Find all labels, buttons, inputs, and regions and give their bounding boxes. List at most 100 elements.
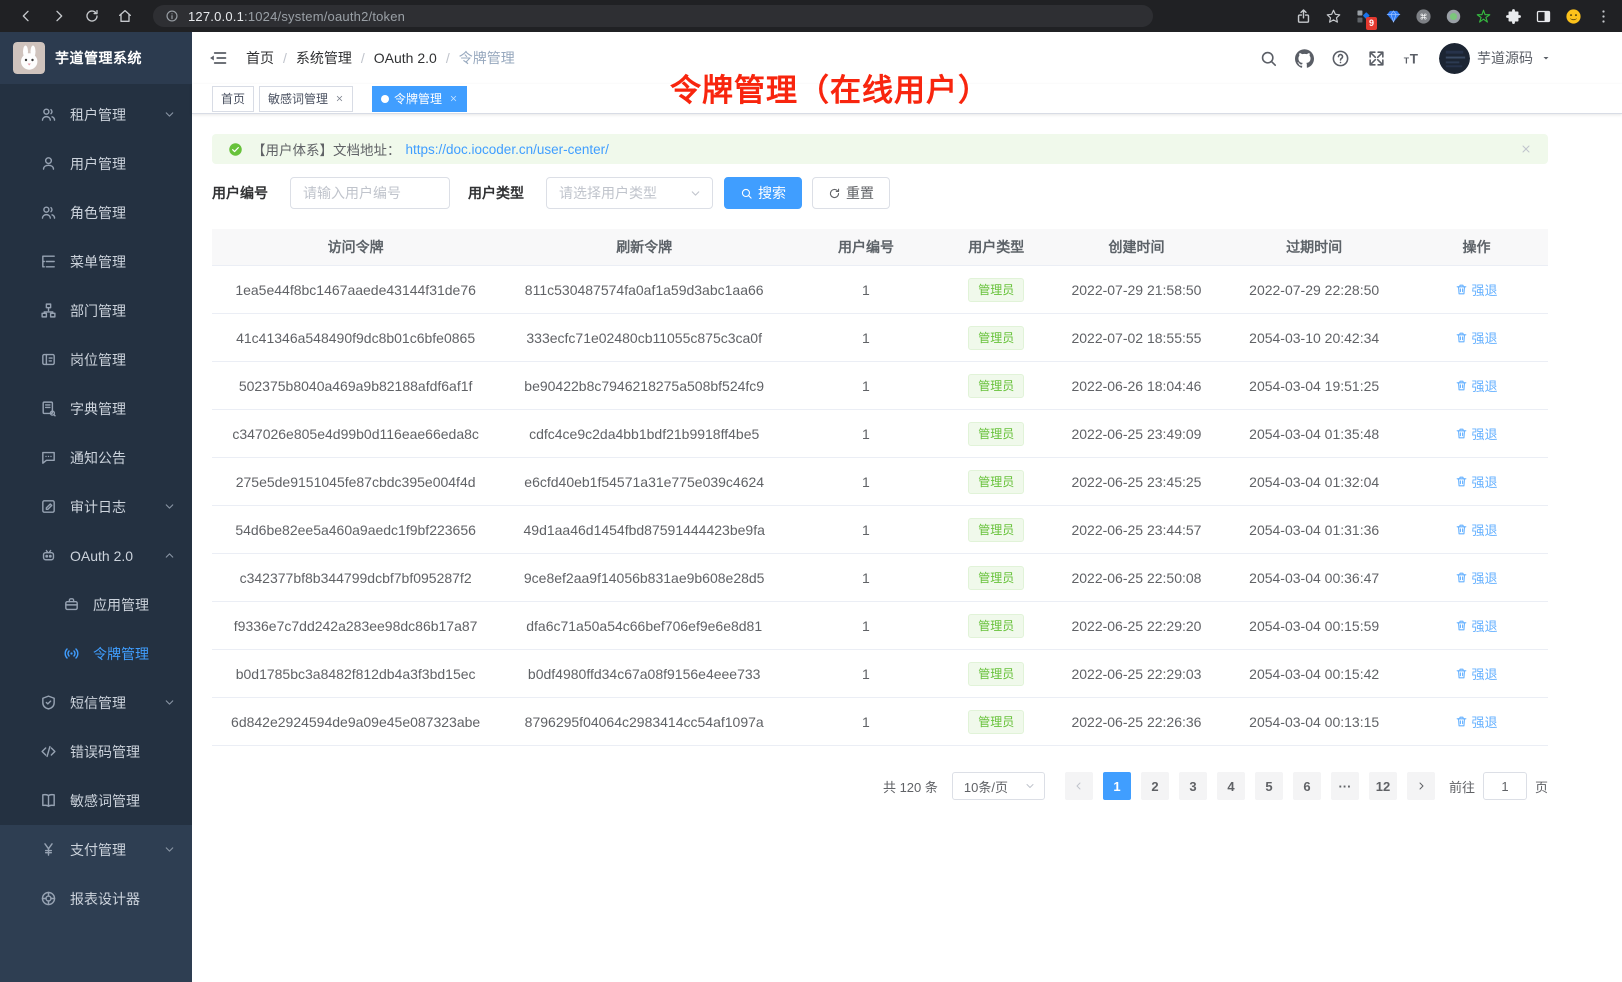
sidebar-item-2[interactable]: 角色管理: [0, 188, 192, 237]
emoji-icon[interactable]: [1565, 8, 1582, 25]
force-logout-button[interactable]: 强退: [1455, 664, 1497, 683]
prev-page-button[interactable]: [1065, 772, 1093, 800]
page-button-3[interactable]: 3: [1179, 772, 1207, 800]
force-logout-button[interactable]: 强退: [1455, 568, 1497, 587]
tab-label: 敏感词管理: [268, 90, 328, 107]
sidebar-item-7[interactable]: 通知公告: [0, 433, 192, 482]
home-button[interactable]: [117, 8, 133, 24]
cmd-circle-icon[interactable]: ⌘: [1415, 8, 1432, 25]
page-button-6[interactable]: 6: [1293, 772, 1321, 800]
annotation-overlay: 令牌管理（在线用户）: [670, 65, 990, 110]
sidebar-item-14[interactable]: 敏感词管理: [0, 776, 192, 825]
github-icon[interactable]: [1295, 49, 1314, 68]
star-icon[interactable]: [1325, 8, 1342, 25]
force-logout-button[interactable]: 强退: [1455, 376, 1497, 395]
fontsize-icon[interactable]: TT: [1403, 49, 1422, 68]
user-type-label: 用户类型: [468, 183, 524, 203]
url-path: :1024/system/oauth2/token: [244, 9, 405, 24]
force-logout-button[interactable]: 强退: [1455, 472, 1497, 491]
dots-vertical-icon[interactable]: [1595, 8, 1612, 25]
page-button-1[interactable]: 1: [1103, 772, 1131, 800]
column-header-2: 用户编号: [789, 237, 943, 257]
user-id-input[interactable]: [290, 177, 450, 209]
force-logout-button[interactable]: 强退: [1455, 616, 1497, 635]
sidebar-item-6[interactable]: 字典管理: [0, 384, 192, 433]
chevron-down-icon: [163, 696, 176, 709]
doc-alert-link[interactable]: https://doc.iocoder.cn/user-center/: [406, 142, 609, 157]
page-size-select[interactable]: 10条/页: [952, 772, 1045, 800]
force-logout-button[interactable]: 强退: [1455, 280, 1497, 299]
user-type-select[interactable]: 请选择用户类型: [546, 177, 713, 209]
gem-icon[interactable]: [1385, 8, 1402, 25]
sidebar-item-11[interactable]: 令牌管理: [0, 629, 192, 678]
action-cell: 强退: [1405, 616, 1548, 635]
sidebar-item-9[interactable]: OAuth 2.0: [0, 531, 192, 580]
tab-close-icon[interactable]: [335, 94, 344, 103]
force-logout-button[interactable]: 强退: [1455, 424, 1497, 443]
reload-button[interactable]: [84, 8, 100, 24]
record-circle-icon[interactable]: [1445, 8, 1462, 25]
next-page-button[interactable]: [1407, 772, 1435, 800]
user-dropdown[interactable]: 芋道源码: [1439, 43, 1552, 74]
user-type-tag: 管理员: [968, 278, 1024, 302]
table-row: 54d6be82ee5a460a9aedc1f9bf22365649d1aa46…: [212, 506, 1548, 554]
force-logout-label: 强退: [1471, 520, 1497, 539]
sidebar-item-15[interactable]: 支付管理: [0, 825, 192, 874]
address-bar[interactable]: 127.0.0.1:1024/system/oauth2/token: [153, 5, 1153, 27]
created-cell: 2022-06-25 22:29:20: [1050, 618, 1224, 634]
force-logout-button[interactable]: 强退: [1455, 712, 1497, 731]
expires-cell: 2054-03-04 19:51:25: [1223, 378, 1405, 394]
sidebar-item-13[interactable]: 错误码管理: [0, 727, 192, 776]
sidebar-item-4[interactable]: 部门管理: [0, 286, 192, 335]
column-header-0: 访问令牌: [212, 237, 499, 257]
site-info-icon[interactable]: [165, 9, 179, 23]
puzzle-icon[interactable]: [1505, 8, 1522, 25]
page-button-5[interactable]: 5: [1255, 772, 1283, 800]
sidebar-item-12[interactable]: 短信管理: [0, 678, 192, 727]
star-green-icon[interactable]: [1475, 8, 1492, 25]
sidebar-item-0[interactable]: 租户管理: [0, 90, 192, 139]
user-id-cell: 1: [789, 714, 943, 730]
sidebar-item-16[interactable]: 报表设计器: [0, 874, 192, 923]
sidebar-collapse-icon[interactable]: [208, 48, 228, 68]
back-button[interactable]: [18, 8, 34, 24]
page-button-12[interactable]: 12: [1369, 772, 1397, 800]
pagination-goto: 前往 页: [1449, 772, 1548, 800]
goto-page-input[interactable]: [1483, 772, 1527, 800]
more-pages-button[interactable]: ···: [1331, 772, 1359, 800]
share-icon[interactable]: [1295, 8, 1312, 25]
force-logout-button[interactable]: 强退: [1455, 328, 1497, 347]
ext-squares-icon[interactable]: 9: [1355, 8, 1372, 25]
sidebar-item-10[interactable]: 应用管理: [0, 580, 192, 629]
tab-close-icon[interactable]: [449, 94, 458, 103]
page-button-4[interactable]: 4: [1217, 772, 1245, 800]
breadcrumb-item-1[interactable]: 系统管理: [296, 48, 352, 68]
tab-0[interactable]: 首页: [212, 86, 254, 112]
chevron-down-icon: [163, 500, 176, 513]
avatar: [1439, 43, 1470, 74]
page-button-2[interactable]: 2: [1141, 772, 1169, 800]
force-logout-label: 强退: [1471, 568, 1497, 587]
side-panel-icon[interactable]: [1535, 8, 1552, 25]
search-icon[interactable]: [1259, 49, 1278, 68]
sidebar-item-5[interactable]: 岗位管理: [0, 335, 192, 384]
report-icon: [40, 890, 57, 907]
breadcrumb-item-0[interactable]: 首页: [246, 48, 274, 68]
refresh-cell: 8796295f04064c2983414cc54af1097a: [499, 714, 789, 730]
sidebar-item-8[interactable]: 审计日志: [0, 482, 192, 531]
question-icon[interactable]: [1331, 49, 1350, 68]
sidebar-item-1[interactable]: 用户管理: [0, 139, 192, 188]
forward-button[interactable]: [51, 8, 67, 24]
tab-2[interactable]: 令牌管理: [372, 86, 467, 112]
alert-close-icon[interactable]: [1520, 143, 1532, 155]
search-button[interactable]: 搜索: [724, 177, 802, 209]
sidebar-item-3[interactable]: 菜单管理: [0, 237, 192, 286]
app-logo[interactable]: 芋道管理系统: [0, 32, 192, 84]
record-circle-glyph: [1445, 8, 1462, 25]
force-logout-button[interactable]: 强退: [1455, 520, 1497, 539]
tab-1[interactable]: 敏感词管理: [259, 86, 353, 112]
reset-button[interactable]: 重置: [812, 177, 890, 209]
breadcrumb-item-2[interactable]: OAuth 2.0: [374, 50, 437, 66]
chevron-down-icon: [163, 843, 176, 856]
fullscreen-icon[interactable]: [1367, 49, 1386, 68]
